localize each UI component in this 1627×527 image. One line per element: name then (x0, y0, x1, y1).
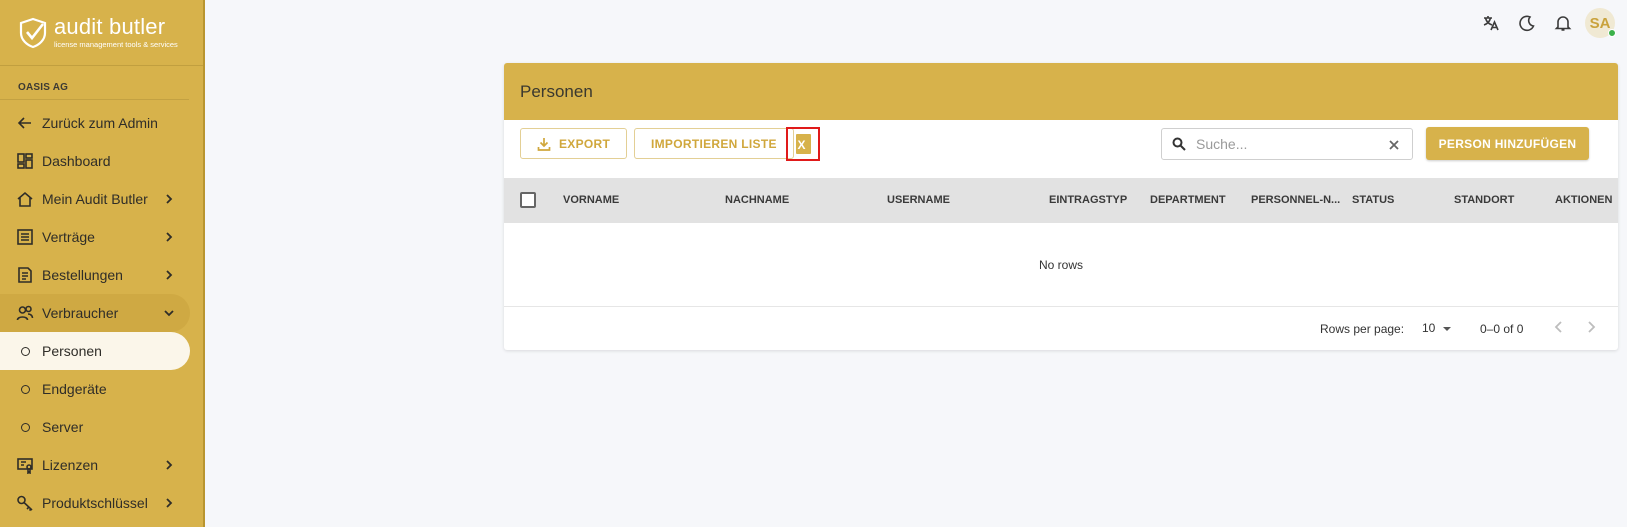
page-title: Personen (520, 81, 593, 101)
table-pagination: Rows per page: 10 0–0 of 0 (504, 307, 1618, 349)
chevron-left-icon (1554, 321, 1562, 333)
sidebar-item-label: Produktschlüssel (42, 495, 148, 511)
chevron-right-icon (163, 192, 175, 204)
column-header-standort[interactable]: STANDORT (1454, 194, 1514, 206)
column-header-status[interactable]: STATUS (1352, 194, 1394, 206)
sidebar-item-produktschluessel[interactable]: Produktschlüssel (0, 484, 203, 522)
search-input[interactable] (1196, 136, 1376, 152)
online-status-indicator (1608, 29, 1616, 37)
sidebar-item-label: Endgeräte (42, 381, 107, 397)
persons-card: Personen EXPORT IMPORTIEREN LISTE X PERS… (504, 63, 1618, 350)
bell-icon[interactable] (1545, 8, 1581, 38)
avatar-initials: SA (1589, 14, 1611, 32)
clear-search-icon[interactable] (1388, 138, 1400, 150)
sidebar-item-label: Verbraucher (42, 305, 119, 321)
column-header-vorname[interactable]: VORNAME (563, 194, 619, 206)
circle-icon (21, 346, 30, 356)
key-icon (16, 494, 34, 512)
caret-down-icon (1443, 326, 1452, 331)
import-list-button[interactable]: IMPORTIEREN LISTE (634, 128, 794, 159)
table-body: No rows (504, 223, 1618, 307)
column-header-username[interactable]: USERNAME (887, 194, 950, 206)
column-header-aktionen: AKTIONEN (1555, 194, 1613, 206)
divider (0, 99, 189, 100)
column-header-department[interactable]: DEPARTMENT (1150, 194, 1226, 206)
sidebar-item-dashboard[interactable]: Dashboard (0, 142, 203, 180)
brand-logo[interactable]: audit butler license management tools & … (0, 0, 203, 66)
rows-per-page-value: 10 (1422, 321, 1436, 335)
table-header: VORNAME NACHNAME USERNAME EINTRAGSTYP DE… (504, 178, 1618, 223)
sidebar-item-label: Personen (42, 343, 102, 359)
brand-title: audit butler (54, 14, 166, 39)
sidebar-item-label: Server (42, 419, 84, 435)
sidebar-item-bestellungen[interactable]: Bestellungen (0, 256, 203, 294)
sidebar-item-label: Mein Audit Butler (42, 191, 148, 207)
column-header-nachname[interactable]: NACHNAME (725, 194, 789, 206)
add-person-button-label: PERSON HINZUFÜGEN (1438, 136, 1577, 151)
import-list-button-label: IMPORTIEREN LISTE (651, 136, 777, 151)
sidebar-item-endgeraete[interactable]: Endgeräte (0, 370, 203, 408)
sidebar-item-label: Lizenzen (42, 457, 99, 473)
sidebar-item-personen[interactable]: Personen (0, 332, 190, 370)
sidebar-item-label: Bestellungen (42, 267, 123, 283)
pagination-range: 0–0 of 0 (1480, 322, 1524, 336)
shield-check-icon (19, 17, 47, 48)
search-icon (1172, 137, 1186, 151)
chevron-down-icon (163, 306, 175, 318)
dashboard-icon (16, 152, 34, 170)
chevron-right-icon (163, 230, 175, 242)
column-header-personnel-number[interactable]: PERSONNEL-N... (1251, 194, 1340, 206)
export-button-label: EXPORT (559, 136, 611, 151)
org-name: OASIS AG (18, 82, 69, 93)
sidebar-item-back-to-admin[interactable]: Zurück zum Admin (0, 104, 203, 142)
chevron-right-icon (163, 458, 175, 470)
sidebar-item-verbraucher[interactable]: Verbraucher (0, 294, 190, 332)
chevron-right-icon (163, 268, 175, 280)
chevron-right-icon (1588, 321, 1596, 333)
select-all-checkbox[interactable] (520, 192, 536, 208)
sidebar-nav: Zurück zum Admin Dashboard Mein Audit Bu… (0, 104, 203, 522)
table-toolbar: EXPORT IMPORTIEREN LISTE X PERSON HINZUF… (504, 120, 1618, 178)
sidebar-item-vertraege[interactable]: Verträge (0, 218, 203, 256)
export-button[interactable]: EXPORT (520, 128, 628, 159)
rows-per-page-select[interactable]: 10 (1422, 321, 1452, 335)
translate-icon[interactable] (1473, 8, 1509, 38)
excel-template-button[interactable]: X (786, 127, 820, 161)
empty-state-text: No rows (1038, 257, 1083, 272)
rows-per-page-label: Rows per page: (1320, 322, 1405, 336)
column-header-eintragstyp[interactable]: EINTRAGSTYP (1049, 194, 1127, 206)
list-icon (16, 228, 34, 246)
excel-file-icon: X (795, 134, 811, 154)
sidebar-item-server[interactable]: Server (0, 408, 203, 446)
sidebar-item-mein-audit-butler[interactable]: Mein Audit Butler (0, 180, 203, 218)
sidebar-item-label: Dashboard (42, 153, 111, 169)
search-field[interactable] (1161, 128, 1413, 160)
sidebar-item-lizenzen[interactable]: Lizenzen (0, 446, 203, 484)
circle-icon (21, 384, 30, 394)
dark-mode-moon-icon[interactable] (1509, 8, 1545, 38)
previous-page-button[interactable] (1552, 320, 1568, 336)
topbar: SA (1473, 8, 1627, 38)
add-person-button[interactable]: PERSON HINZUFÜGEN (1426, 127, 1589, 160)
sidebar-item-label: Verträge (42, 229, 95, 245)
arrow-left-icon (16, 114, 34, 132)
certificate-icon (16, 456, 34, 474)
receipt-icon (16, 266, 34, 284)
next-page-button[interactable] (1584, 320, 1600, 336)
home-icon (16, 190, 34, 208)
chevron-right-icon (163, 496, 175, 508)
avatar[interactable]: SA (1585, 8, 1616, 38)
sidebar-item-label: Zurück zum Admin (42, 115, 158, 131)
brand-subtitle: license management tools & services (54, 40, 178, 49)
sidebar: audit butler license management tools & … (0, 0, 205, 527)
circle-icon (21, 422, 30, 432)
users-icon (16, 304, 34, 322)
download-icon (537, 137, 551, 151)
card-header: Personen (504, 63, 1618, 120)
